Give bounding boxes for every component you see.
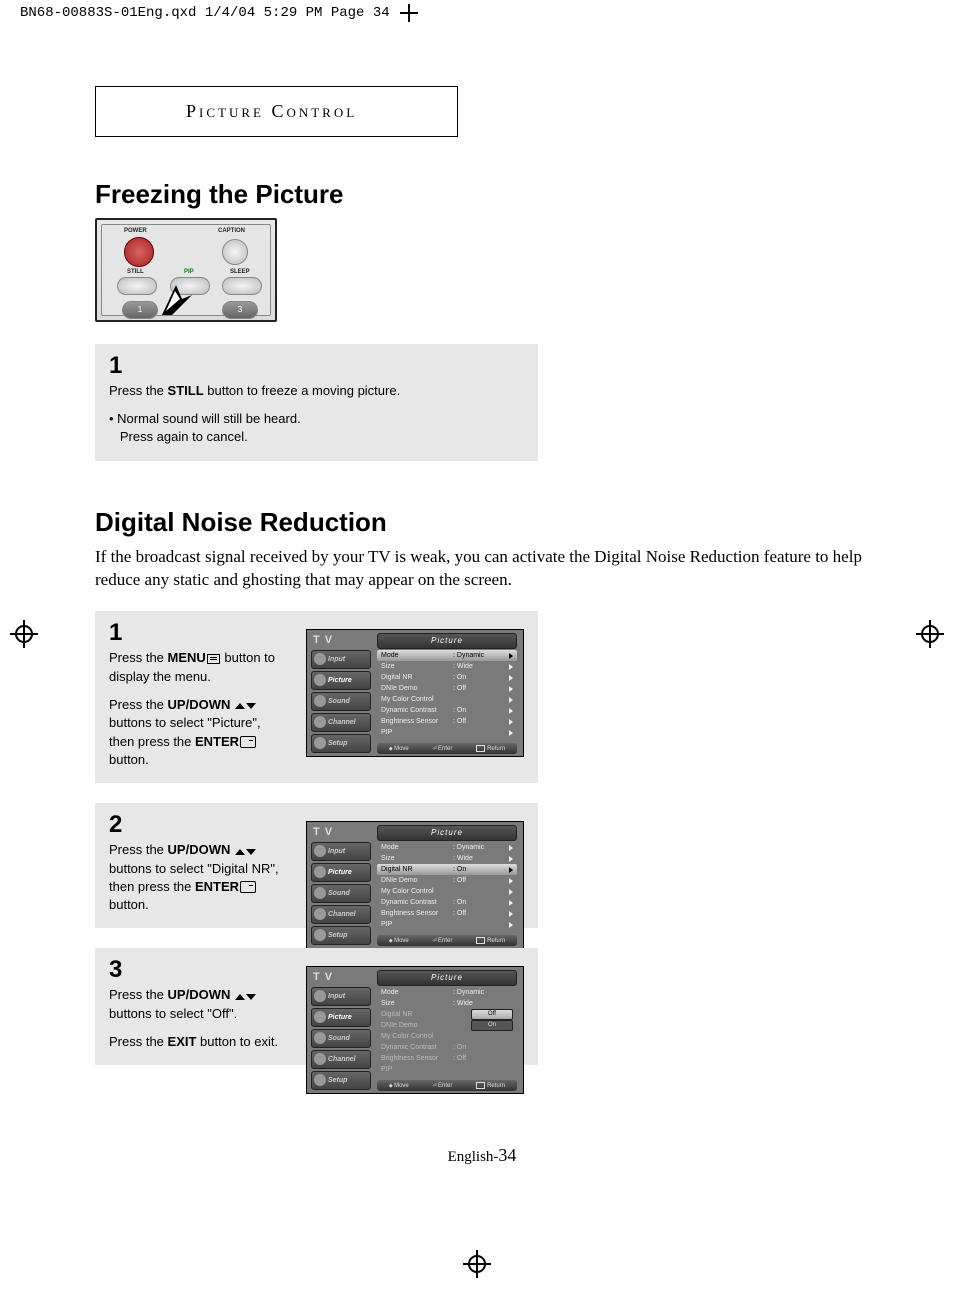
osd-content: Mode: Dynamic Size: Wide Digital NR: On …: [377, 842, 517, 934]
pill-on: On: [471, 1020, 513, 1031]
updown-icon: [235, 987, 256, 1005]
option-pills: On: [467, 1020, 513, 1031]
section-title-box: Picture Control: [95, 86, 458, 137]
sidebar-item: Input: [311, 842, 371, 861]
osd-sidebar: Input Picture Sound Channel Setup: [311, 842, 371, 934]
caption-button-icon: [222, 239, 248, 265]
section-title: Picture Control: [186, 101, 357, 121]
prepress-header: BN68-00883S-01Eng.qxd 1/4/04 5:29 PM Pag…: [0, 0, 954, 26]
osd-content: Mode: Dynamic Size: Wide Digital NR: On …: [377, 650, 517, 742]
sidebar-item: Picture: [311, 1008, 371, 1027]
remote-illustration: POWER CAPTION STILL PIP SLEEP 1 3: [95, 218, 277, 322]
updown-icon: [235, 696, 256, 714]
osd-bottom-bar: Move Enter Return: [377, 935, 517, 946]
step-number: 1: [109, 352, 524, 380]
osd-tv-label: T V: [313, 971, 333, 983]
page-footer: English-34: [95, 1145, 869, 1166]
option-pills: Off: [467, 1009, 513, 1020]
osd-tv-label: T V: [313, 634, 333, 646]
dnr-intro-text: If the broadcast signal received by your…: [95, 546, 869, 592]
step-text: Press the STILL button to freeze a movin…: [109, 382, 524, 447]
remote-label-sleep: SLEEP: [230, 269, 250, 275]
power-button-icon: [124, 237, 154, 267]
step-dnr-2: 2 Press the UP/DOWN buttons to select "D…: [95, 803, 538, 928]
registration-mark-bottom: [463, 1250, 491, 1278]
osd-title: Picture: [377, 970, 517, 986]
remote-label-caption: CAPTION: [218, 228, 245, 234]
remote-label-power: POWER: [124, 228, 147, 234]
sidebar-item: Channel: [311, 713, 371, 732]
osd-title: Picture: [377, 825, 517, 841]
header-text: BN68-00883S-01Eng.qxd 1/4/04 5:29 PM Pag…: [20, 5, 390, 21]
osd-content: Mode: Dynamic Size: Wide Digital NR Off …: [377, 987, 517, 1079]
registration-mark-right: [916, 620, 944, 648]
osd-screenshot-1: T V Picture Input Picture Sound Channel …: [306, 629, 524, 757]
num3-button-icon: 3: [222, 301, 258, 319]
sidebar-item: Channel: [311, 905, 371, 924]
step-dnr-3: 3 Press the UP/DOWN buttons to select "O…: [95, 948, 538, 1065]
sidebar-item: Input: [311, 650, 371, 669]
sidebar-item: Input: [311, 987, 371, 1006]
osd-bottom-bar: Move Enter Return: [377, 1080, 517, 1091]
heading-freezing: Freezing the Picture: [95, 179, 869, 210]
remote-label-pip: PIP: [184, 269, 194, 275]
registration-mark-left: [10, 620, 38, 648]
step-text: Press the UP/DOWN buttons to select "Dig…: [109, 841, 279, 914]
osd-screenshot-2: T V Picture Input Picture Sound Channel …: [306, 821, 524, 949]
sidebar-item: Channel: [311, 1050, 371, 1069]
crop-mark-icon: [400, 4, 418, 22]
enter-icon: [240, 881, 256, 893]
osd-tv-label: T V: [313, 826, 333, 838]
sidebar-item: Sound: [311, 1029, 371, 1048]
sidebar-item: Sound: [311, 692, 371, 711]
step-dnr-1: 1 Press the MENU button to display the m…: [95, 611, 538, 783]
step-freeze-1: 1 Press the STILL button to freeze a mov…: [95, 344, 538, 461]
updown-icon: [235, 842, 256, 860]
osd-sidebar: Input Picture Sound Channel Setup: [311, 987, 371, 1079]
osd-bottom-bar: Move Enter Return: [377, 743, 517, 754]
step-text: Press the UP/DOWN buttons to select "Off…: [109, 986, 279, 1051]
still-button-icon: [117, 277, 157, 295]
sidebar-item: Sound: [311, 884, 371, 903]
num1-button-icon: 1: [122, 301, 158, 319]
sidebar-item: Picture: [311, 671, 371, 690]
enter-icon: [240, 736, 256, 748]
sidebar-item: Picture: [311, 863, 371, 882]
remote-label-still: STILL: [127, 269, 144, 275]
step-text: Press the MENU button to display the men…: [109, 649, 279, 769]
sidebar-item: Setup: [311, 734, 371, 753]
heading-dnr: Digital Noise Reduction: [95, 507, 869, 538]
sidebar-item: Setup: [311, 926, 371, 945]
osd-title: Picture: [377, 633, 517, 649]
menu-icon: [207, 654, 220, 664]
sidebar-item: Setup: [311, 1071, 371, 1090]
sleep-button-icon: [222, 277, 262, 295]
page-content: Picture Control Freezing the Picture POW…: [0, 26, 954, 1166]
osd-sidebar: Input Picture Sound Channel Setup: [311, 650, 371, 742]
osd-screenshot-3: T V Picture Input Picture Sound Channel …: [306, 966, 524, 1094]
pill-off: Off: [471, 1009, 513, 1020]
